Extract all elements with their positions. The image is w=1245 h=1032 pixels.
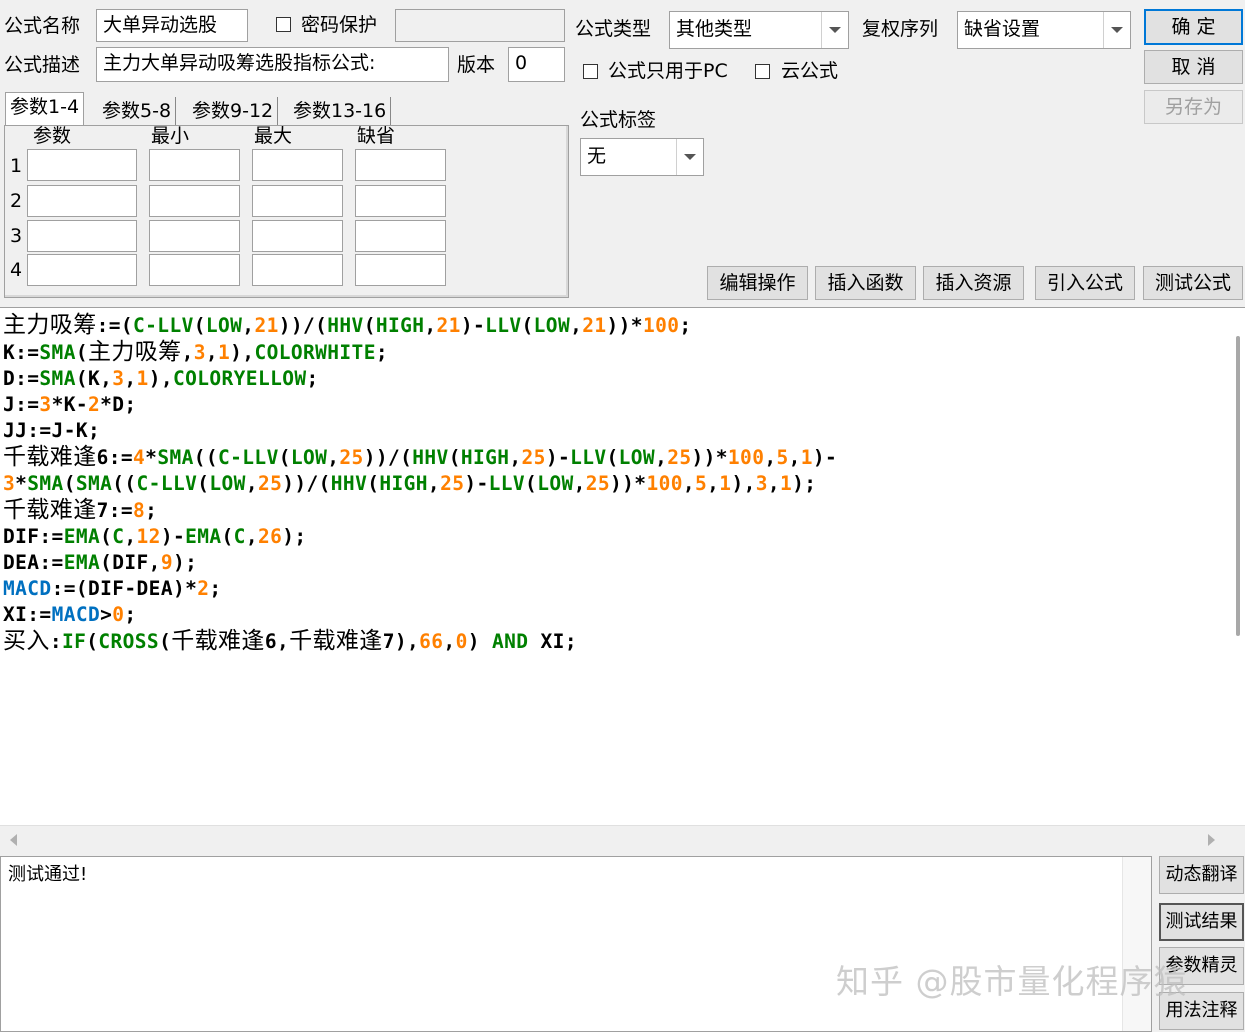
code-line: MACD:=(DIF-DEA)*2; (3, 577, 222, 600)
tab-params-1-4[interactable]: 参数1-4 (5, 92, 85, 128)
insert-function-button[interactable]: 插入函数 (815, 266, 916, 300)
edit-operations-button[interactable]: 编辑操作 (707, 266, 808, 300)
version-label: 版本 (457, 54, 496, 76)
param-header-default: 缺省 (357, 125, 396, 147)
param-4-min-input[interactable] (149, 254, 240, 286)
param-1-default-input[interactable] (355, 149, 446, 181)
version-input[interactable]: 0 (508, 47, 565, 82)
chevron-down-icon[interactable] (676, 139, 703, 175)
formula-desc-input[interactable]: 主力大单异动吸筹选股指标公式: (96, 47, 449, 82)
param-header-min: 最小 (151, 125, 190, 147)
insert-resource-button[interactable]: 插入资源 (923, 266, 1024, 300)
param-3-max-input[interactable] (252, 220, 343, 252)
param-2-name-input[interactable] (27, 185, 137, 217)
tab-params-13-16[interactable]: 参数13-16 (289, 97, 392, 125)
rights-series-select[interactable]: 缺省设置 (957, 11, 1131, 49)
param-2-max-input[interactable] (252, 185, 343, 217)
pc-only-label: 公式只用于PC (608, 60, 728, 82)
code-line: JJ:=J-K; (3, 419, 101, 442)
param-2-min-input[interactable] (149, 185, 240, 217)
save-as-button[interactable]: 另存为 (1144, 90, 1243, 124)
code-line: K:=SMA(主力吸筹,3,1),COLORWHITE; (3, 339, 388, 365)
cloud-formula-checkbox[interactable] (755, 64, 770, 79)
param-4-name-input[interactable] (27, 254, 137, 286)
param-header-max: 最大 (254, 125, 293, 147)
cloud-formula-label: 云公式 (781, 60, 839, 82)
formula-type-value: 其他类型 (676, 18, 753, 40)
scroll-right-icon[interactable] (1208, 834, 1215, 846)
formula-tag-value: 无 (587, 145, 607, 167)
code-line: DIF:=EMA(C,12)-EMA(C,26); (3, 525, 307, 548)
editor-vertical-scrollbar[interactable] (1223, 308, 1245, 826)
param-1-max-input[interactable] (252, 149, 343, 181)
param-3-default-input[interactable] (355, 220, 446, 252)
code-line: DEA:=EMA(DIF,9); (3, 551, 198, 574)
watermark: 知乎 @股市量化程序猿 (836, 962, 1188, 1001)
tab-params-5-8[interactable]: 参数5-8 (98, 97, 177, 125)
rights-series-value: 缺省设置 (964, 18, 1041, 40)
rights-series-label: 复权序列 (862, 18, 939, 40)
chevron-down-icon[interactable] (821, 12, 848, 48)
code-line: 千载难逢7:=8; (3, 497, 158, 523)
formula-type-label: 公式类型 (575, 18, 652, 40)
param-2-default-input[interactable] (355, 185, 446, 217)
param-1-min-input[interactable] (149, 149, 240, 181)
password-protect-checkbox[interactable] (276, 17, 291, 32)
editor-horizontal-scrollbar[interactable] (0, 825, 1245, 852)
code-line: 千载难逢6:=4*SMA((C-LLV(LOW,25))/(HHV(HIGH,2… (3, 444, 838, 470)
password-input[interactable] (395, 9, 565, 42)
param-row-number: 2 (10, 190, 23, 212)
formula-tag-select[interactable]: 无 (580, 138, 704, 176)
tab-params-9-12[interactable]: 参数9-12 (188, 97, 279, 125)
formula-tag-label: 公式标签 (580, 109, 657, 131)
code-line: 3*SMA(SMA((C-LLV(LOW,25))/(HHV(HIGH,25)-… (3, 472, 817, 495)
test-formula-button[interactable]: 测试公式 (1143, 266, 1243, 300)
code-line: XI:=MACD>0; (3, 603, 137, 626)
formula-name-label: 公式名称 (4, 15, 81, 37)
param-4-max-input[interactable] (252, 254, 343, 286)
formula-code-editor[interactable]: 主力吸筹:=(C-LLV(LOW,21))/(HHV(HIGH,21)-LLV(… (0, 307, 1245, 852)
param-header-name: 参数 (33, 125, 72, 147)
code-line: 主力吸筹:=(C-LLV(LOW,21))/(HHV(HIGH,21)-LLV(… (3, 312, 692, 338)
code-line: J:=3*K-2*D; (3, 393, 137, 416)
scrollbar-thumb[interactable] (1236, 336, 1240, 636)
formula-code: 主力吸筹:=(C-LLV(LOW,21))/(HHV(HIGH,21)-LLV(… (3, 312, 1221, 655)
param-3-min-input[interactable] (149, 220, 240, 252)
param-row-number: 3 (10, 225, 23, 247)
pc-only-checkbox[interactable] (583, 64, 598, 79)
test-output-panel[interactable]: 测试通过! (0, 856, 1152, 1032)
formula-name-input[interactable]: 大单异动选股 (96, 9, 248, 42)
formula-desc-label: 公式描述 (4, 54, 81, 76)
param-3-name-input[interactable] (27, 220, 137, 252)
code-line: D:=SMA(K,3,1),COLORYELLOW; (3, 367, 319, 390)
cancel-button[interactable]: 取 消 (1144, 50, 1243, 84)
test-output-message: 测试通过! (8, 864, 88, 885)
param-4-default-input[interactable] (355, 254, 446, 286)
formula-type-select[interactable]: 其他类型 (669, 11, 849, 49)
param-1-name-input[interactable] (27, 149, 137, 181)
param-row-number: 1 (10, 155, 23, 177)
param-row-number: 4 (10, 259, 23, 281)
chevron-down-icon[interactable] (1103, 12, 1130, 48)
password-protect-label: 密码保护 (301, 14, 378, 36)
dynamic-translate-button[interactable]: 动态翻译 (1159, 856, 1244, 894)
code-line: 买入:IF(CROSS(千载难逢6,千载难逢7),66,0) AND XI; (3, 628, 577, 654)
scroll-left-icon[interactable] (10, 834, 17, 846)
import-formula-button[interactable]: 引入公式 (1035, 266, 1135, 300)
test-results-button[interactable]: 测试结果 (1159, 903, 1244, 941)
ok-button[interactable]: 确 定 (1144, 9, 1243, 45)
output-scrollbar[interactable] (1122, 857, 1151, 1031)
